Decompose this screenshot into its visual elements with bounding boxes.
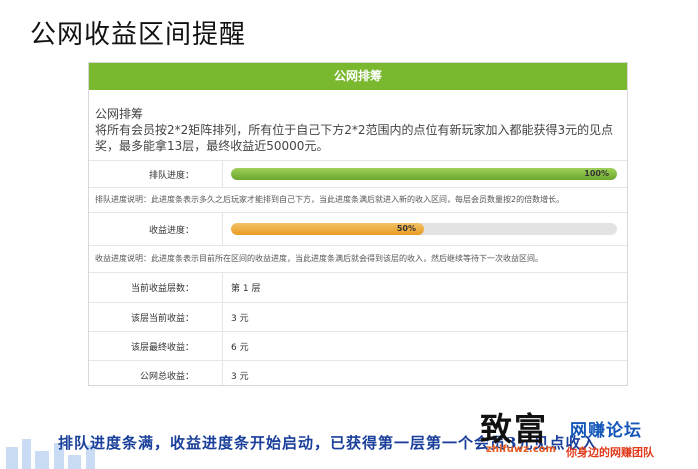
- site-watermark: 致富 网赚论坛 zhifuwz.com 你身边的网赚团队: [480, 404, 695, 466]
- income-progress-row: 收益进度： 50%: [89, 212, 627, 245]
- stat-row: 公网总收益： 3 元: [89, 360, 627, 385]
- stat-value: 3 元: [231, 313, 249, 324]
- stat-value: 第 1 层: [231, 284, 261, 294]
- stat-row: 该层最终收益： 6 元: [89, 331, 627, 360]
- queue-progress-label: 排队进度：: [89, 161, 223, 187]
- stat-label: 该层最终收益：: [89, 332, 223, 360]
- queue-progress-fill: [231, 168, 617, 180]
- queue-progress-text: 100%: [584, 169, 609, 178]
- watermark-small-text: 网赚论坛: [570, 421, 642, 441]
- stat-row: 该层当前收益： 3 元: [89, 302, 627, 331]
- queue-note: 排队进度说明：此进度条表示多久之后玩家才能排到自己下方，当此进度条满后就进入新的…: [89, 187, 627, 212]
- queue-progress-bar: 100%: [231, 168, 617, 180]
- intro-section: 公网排筹 将所有会员按2*2矩阵排列，所有位于自己下方2*2范围内的点位有新玩家…: [89, 90, 627, 160]
- queue-panel: 公网排筹 公网排筹 将所有会员按2*2矩阵排列，所有位于自己下方2*2范围内的点…: [88, 62, 628, 386]
- watermark-url: zhifuwz.com: [486, 444, 556, 455]
- stat-value: 3 元: [231, 371, 249, 382]
- watermark-slogan: 你身边的网赚团队: [566, 446, 654, 459]
- slide-title: 公网收益区间提醒: [30, 20, 247, 50]
- income-progress-text: 50%: [396, 224, 416, 233]
- stat-row: 当前收益层数： 第 1 层: [89, 272, 627, 302]
- panel-header: 公网排筹: [89, 63, 627, 90]
- stat-label: 该层当前收益：: [89, 303, 223, 331]
- stat-value: 6 元: [231, 342, 249, 353]
- income-progress-bar: 50%: [231, 223, 617, 235]
- income-progress-fill: [231, 223, 424, 235]
- queue-progress-row: 排队进度： 100%: [89, 160, 627, 187]
- intro-title: 公网排筹: [95, 107, 144, 121]
- stat-label: 当前收益层数：: [89, 273, 223, 302]
- stat-label: 公网总收益：: [89, 361, 223, 385]
- income-note: 收益进度说明：此进度条表示目前所在区间的收益进度，当此进度条满后就会得到该层的收…: [89, 245, 627, 272]
- income-progress-label: 收益进度：: [89, 213, 223, 245]
- intro-text: 将所有会员按2*2矩阵排列，所有位于自己下方2*2范围内的点位有新玩家加入都能获…: [95, 123, 614, 153]
